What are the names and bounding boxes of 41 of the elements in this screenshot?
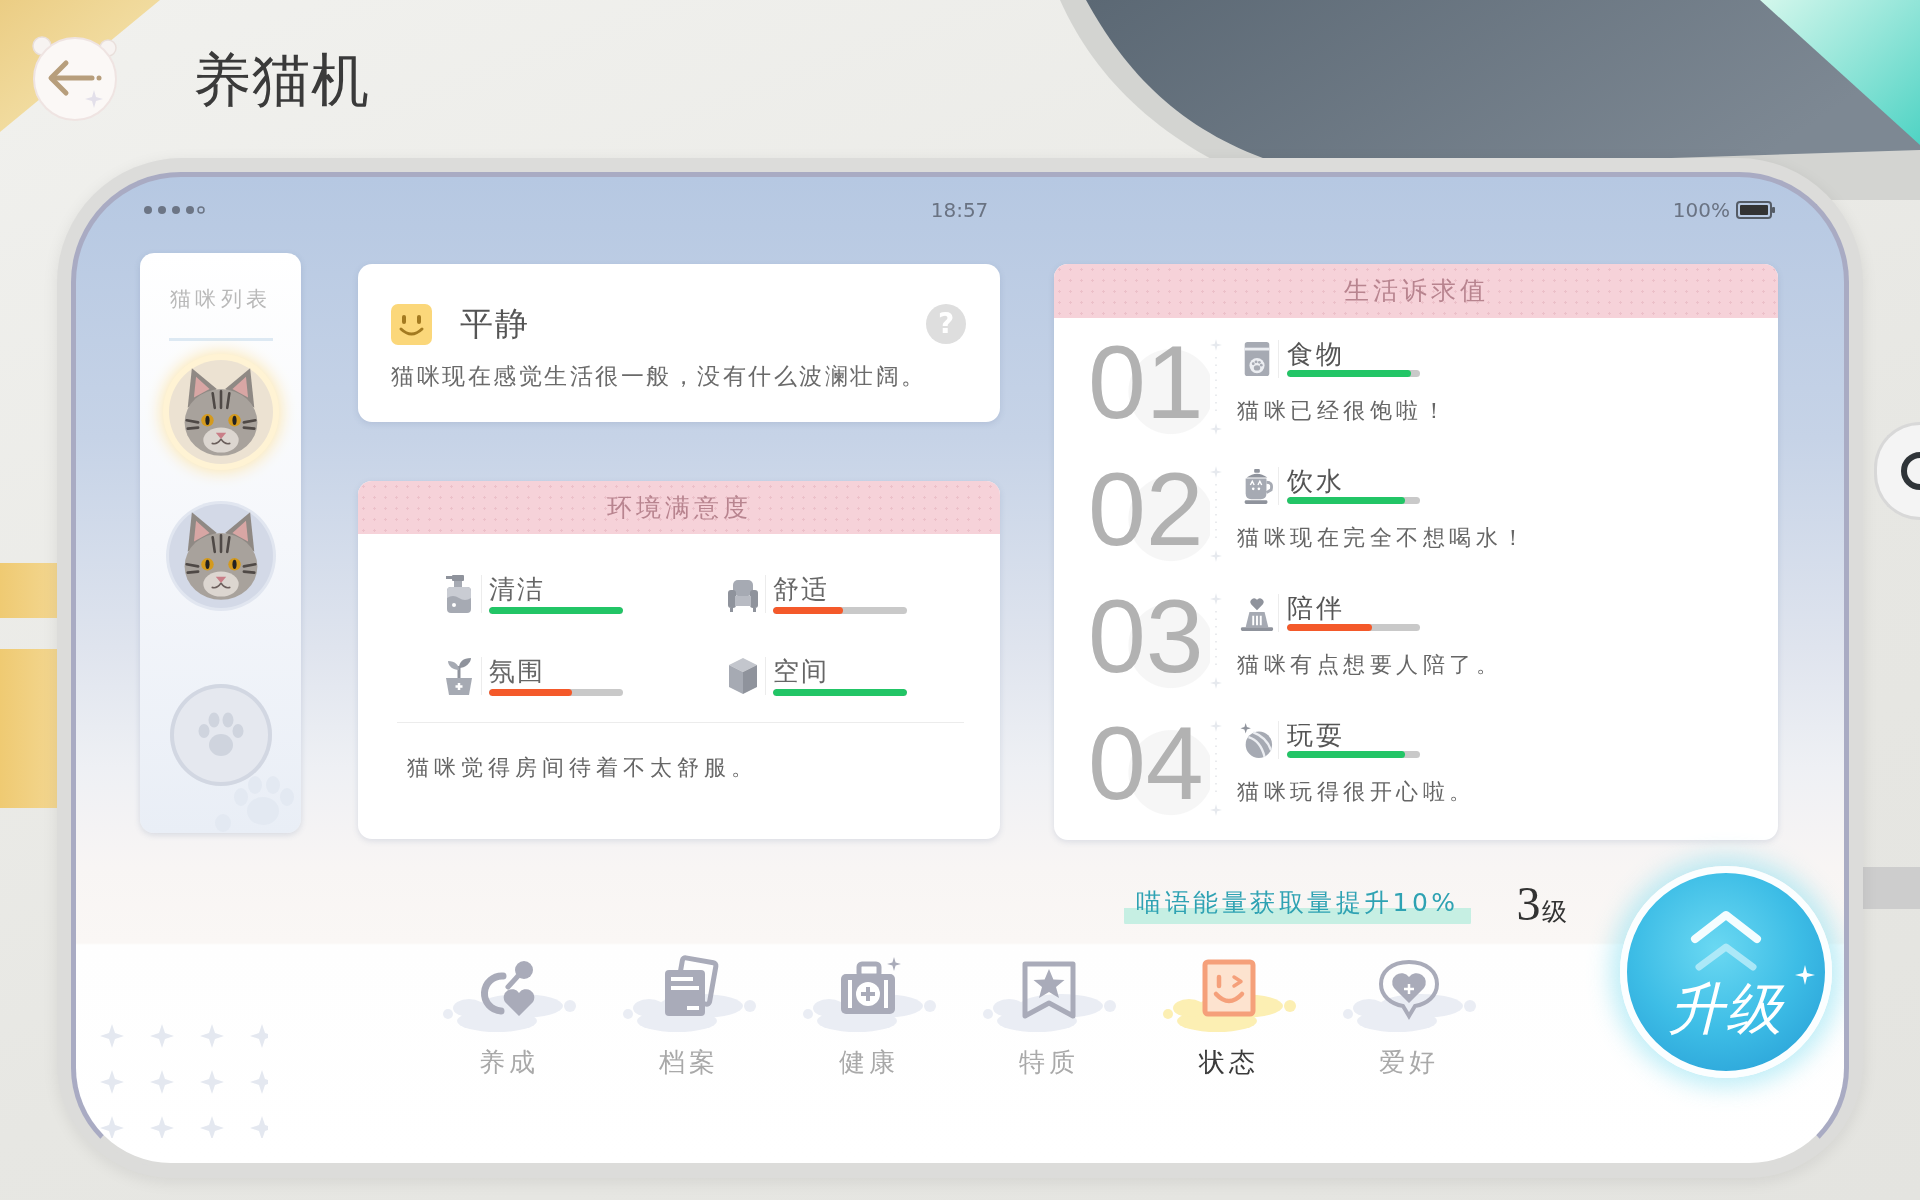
cat-list-title: 猫咪列表 bbox=[169, 287, 272, 311]
nav-tab[interactable]: 爱好 bbox=[1334, 954, 1484, 1079]
upgrade-button[interactable]: 升级 bbox=[1620, 866, 1832, 1078]
side-stripe bbox=[0, 563, 60, 618]
nav-tab[interactable]: 档案 bbox=[614, 954, 764, 1079]
nav-tab[interactable]: 状态 bbox=[1154, 954, 1304, 1079]
need-label: 陪伴 bbox=[1287, 594, 1346, 622]
stat-label: 舒适 bbox=[773, 574, 830, 604]
need-description: 猫咪现在完全不想喝水！ bbox=[1237, 524, 1529, 552]
nav-tab[interactable]: 特质 bbox=[974, 954, 1124, 1079]
need-label: 饮水 bbox=[1287, 467, 1346, 495]
potted-plant-icon bbox=[443, 656, 475, 696]
card-header: 环境满意度 bbox=[358, 481, 1000, 534]
need-label: 玩耍 bbox=[1287, 721, 1346, 749]
ring-icon bbox=[1898, 451, 1920, 491]
need-description: 猫咪玩得很开心啦。 bbox=[1237, 778, 1476, 806]
environment-summary: 猫咪觉得房间待着不太舒服。 bbox=[406, 754, 759, 782]
stat-label: 空间 bbox=[773, 656, 830, 686]
nav-tab[interactable]: 健康 bbox=[794, 954, 944, 1079]
stat-label: 清洁 bbox=[489, 574, 546, 604]
card-header: 生活诉求值 bbox=[1054, 264, 1778, 318]
signal-icon bbox=[143, 205, 205, 215]
nav-tab[interactable]: 养成 bbox=[434, 954, 584, 1079]
cube-icon bbox=[727, 656, 759, 696]
grade-label: 3级 bbox=[1516, 880, 1567, 928]
mood-title: 平静 bbox=[460, 304, 530, 344]
battery-percent: 100% bbox=[1672, 198, 1730, 222]
side-stripe bbox=[1860, 867, 1920, 909]
double-chevron-icon bbox=[1689, 909, 1763, 973]
mood-description: 猫咪现在感觉生活很一般，没有什么波澜壮阔。 bbox=[391, 362, 928, 391]
status-time: 18:57 bbox=[930, 198, 989, 222]
stat-label: 氛围 bbox=[489, 656, 546, 686]
battery-icon bbox=[1736, 201, 1776, 219]
sparkle-icon bbox=[1795, 965, 1815, 985]
page-title: 养猫机 bbox=[193, 48, 370, 112]
need-label: 食物 bbox=[1287, 340, 1346, 368]
ball-icon bbox=[1240, 721, 1274, 759]
need-description: 猫咪有点想要人陪了。 bbox=[1237, 651, 1502, 679]
smiley-icon bbox=[391, 303, 432, 345]
help-button[interactable]: ? bbox=[926, 304, 966, 344]
need-description: 猫咪已经很饱啦！ bbox=[1237, 397, 1449, 425]
